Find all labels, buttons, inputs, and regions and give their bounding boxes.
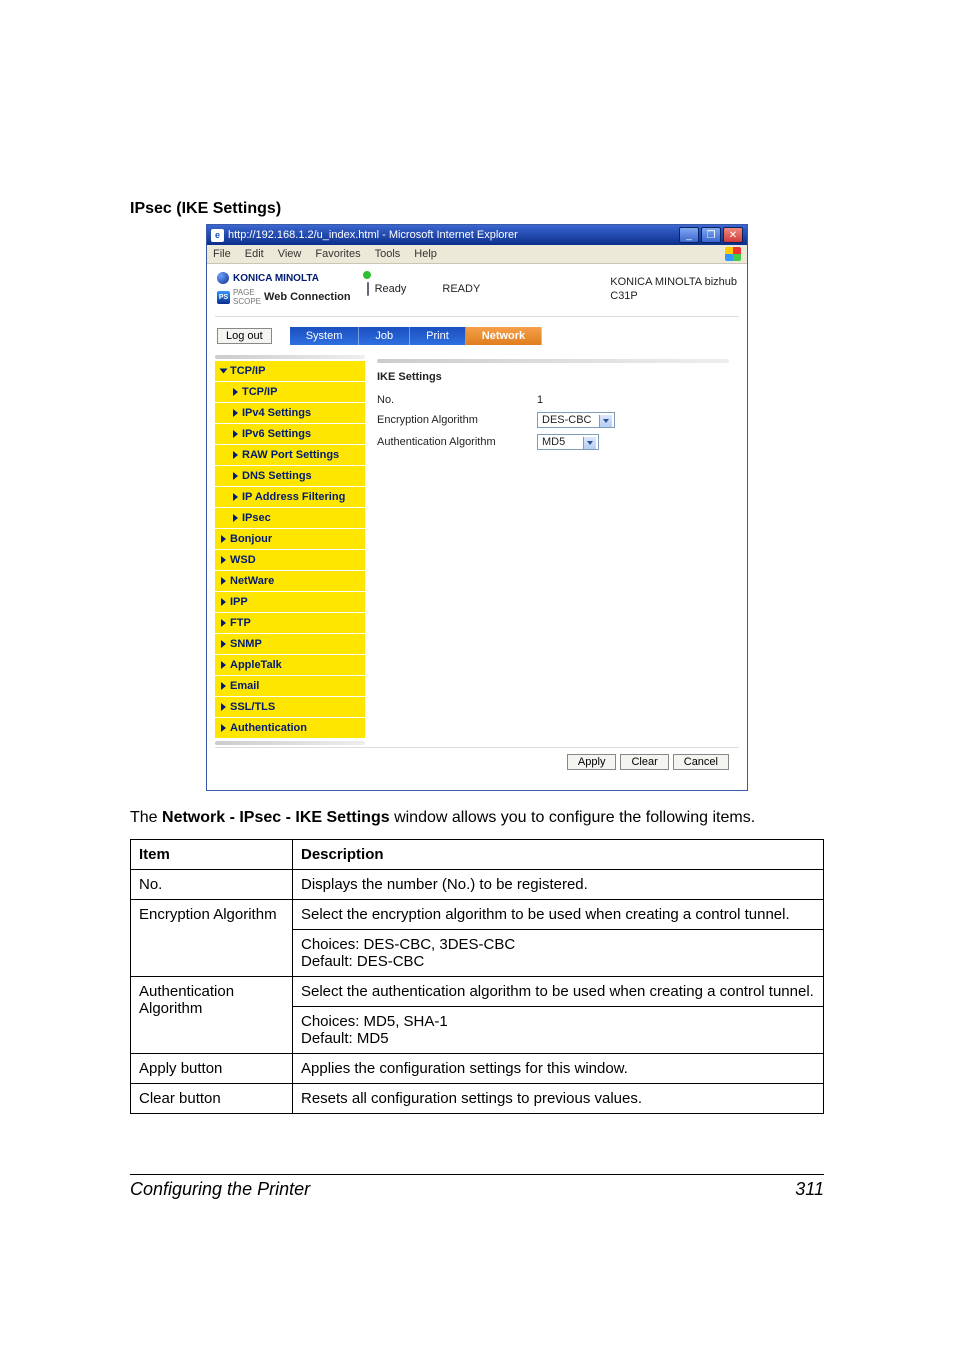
description-text: The Network - IPsec - IKE Settings windo… bbox=[130, 809, 824, 827]
nav-appletalk[interactable]: AppleTalk bbox=[215, 655, 365, 676]
row-auth-desc2: Choices: MD5, SHA-1 Default: MD5 bbox=[293, 1007, 824, 1054]
pagescope-icon: PS bbox=[217, 291, 230, 304]
nav-ipsec[interactable]: IPsec bbox=[215, 508, 365, 529]
nav-netware[interactable]: NetWare bbox=[215, 571, 365, 592]
clear-button[interactable]: Clear bbox=[620, 754, 668, 770]
row-auth-item: Authentication Algorithm bbox=[131, 977, 293, 1054]
menu-file[interactable]: File bbox=[213, 248, 231, 260]
nav-snmp[interactable]: SNMP bbox=[215, 634, 365, 655]
row-auth-desc1: Select the authentication algorithm to b… bbox=[293, 977, 824, 1007]
menu-view[interactable]: View bbox=[278, 248, 302, 260]
row-enc-desc2: Choices: DES-CBC, 3DES-CBC Default: DES-… bbox=[293, 930, 824, 977]
menu-help[interactable]: Help bbox=[414, 248, 437, 260]
logout-button[interactable]: Log out bbox=[217, 328, 272, 344]
row-no-item: No. bbox=[131, 870, 293, 900]
ie-window: e http://192.168.1.2/u_index.html - Micr… bbox=[206, 224, 748, 791]
menu-edit[interactable]: Edit bbox=[245, 248, 264, 260]
nav-ip-filtering[interactable]: IP Address Filtering bbox=[215, 487, 365, 508]
tab-job[interactable]: Job bbox=[359, 327, 410, 345]
tab-system[interactable]: System bbox=[290, 327, 360, 345]
th-item: Item bbox=[131, 840, 293, 870]
nav-email[interactable]: Email bbox=[215, 676, 365, 697]
nav-wsd[interactable]: WSD bbox=[215, 550, 365, 571]
auth-algo-select-value: MD5 bbox=[542, 436, 565, 448]
sidebar-separator bbox=[215, 355, 365, 359]
tab-network[interactable]: Network bbox=[466, 327, 542, 345]
minimize-button[interactable]: _ bbox=[679, 227, 699, 243]
chevron-down-icon bbox=[603, 419, 609, 423]
chevron-down-icon bbox=[587, 441, 593, 445]
nav-ipp[interactable]: IPP bbox=[215, 592, 365, 613]
sidebar-separator-bottom bbox=[215, 741, 365, 745]
row-clear-item: Clear button bbox=[131, 1084, 293, 1114]
panel-separator bbox=[377, 359, 729, 363]
table-row: No. Displays the number (No.) to be regi… bbox=[131, 870, 824, 900]
nav-raw-port[interactable]: RAW Port Settings bbox=[215, 445, 365, 466]
th-description: Description bbox=[293, 840, 824, 870]
page-footer-right: 311 bbox=[795, 1179, 824, 1200]
encryption-label: Encryption Algorithm bbox=[377, 414, 537, 426]
auth-algo-select[interactable]: MD5 bbox=[537, 434, 599, 450]
cancel-button[interactable]: Cancel bbox=[673, 754, 729, 770]
table-row: Authentication Algorithm Select the auth… bbox=[131, 977, 824, 1007]
status-ready-caps: READY bbox=[442, 283, 480, 295]
no-value: 1 bbox=[537, 394, 543, 406]
row-apply-item: Apply button bbox=[131, 1054, 293, 1084]
web-connection-label: PS PAGESCOPE Web Connection bbox=[217, 288, 351, 306]
brand-logo: KONICA MINOLTA bbox=[217, 272, 351, 284]
close-button[interactable]: ✕ bbox=[723, 227, 743, 243]
nav-ssltls[interactable]: SSL/TLS bbox=[215, 697, 365, 718]
spec-table: Item Description No. Displays the number… bbox=[130, 839, 824, 1114]
menu-tools[interactable]: Tools bbox=[375, 248, 401, 260]
ie-icon: e bbox=[211, 229, 224, 242]
top-tabs: System Job Print Network bbox=[290, 327, 542, 345]
auth-algo-label: Authentication Algorithm bbox=[377, 436, 537, 448]
brand-name: KONICA MINOLTA bbox=[233, 273, 319, 284]
sidebar-nav: TCP/IP TCP/IP IPv4 Settings IPv6 Setting… bbox=[215, 355, 365, 747]
window-titlebar: e http://192.168.1.2/u_index.html - Micr… bbox=[207, 225, 747, 245]
status-ready-label: Ready bbox=[375, 283, 407, 295]
maximize-button[interactable]: ❐ bbox=[701, 227, 721, 243]
row-apply-desc: Applies the configuration settings for t… bbox=[293, 1054, 824, 1084]
nav-tcpip-sub[interactable]: TCP/IP bbox=[215, 382, 365, 403]
device-model-line2: C31P bbox=[610, 289, 737, 303]
printer-icon bbox=[367, 282, 369, 296]
section-heading: IPsec (IKE Settings) bbox=[130, 200, 824, 218]
table-row: Encryption Algorithm Select the encrypti… bbox=[131, 900, 824, 930]
no-label: No. bbox=[377, 394, 537, 406]
settings-panel: IKE Settings No. 1 Encryption Algorithm … bbox=[365, 355, 739, 747]
nav-authentication[interactable]: Authentication bbox=[215, 718, 365, 739]
ie-menubar: File Edit View Favorites Tools Help bbox=[207, 245, 747, 264]
encryption-select[interactable]: DES-CBC bbox=[537, 412, 615, 428]
table-row: Apply button Applies the configuration s… bbox=[131, 1054, 824, 1084]
row-enc-desc1: Select the encryption algorithm to be us… bbox=[293, 900, 824, 930]
tab-print[interactable]: Print bbox=[410, 327, 466, 345]
nav-bonjour[interactable]: Bonjour bbox=[215, 529, 365, 550]
brand-globe-icon bbox=[217, 272, 229, 284]
row-no-desc: Displays the number (No.) to be register… bbox=[293, 870, 824, 900]
row-clear-desc: Resets all configuration settings to pre… bbox=[293, 1084, 824, 1114]
nav-dns[interactable]: DNS Settings bbox=[215, 466, 365, 487]
nav-ftp[interactable]: FTP bbox=[215, 613, 365, 634]
apply-button[interactable]: Apply bbox=[567, 754, 617, 770]
table-row: Clear button Resets all configuration se… bbox=[131, 1084, 824, 1114]
window-title: http://192.168.1.2/u_index.html - Micros… bbox=[228, 229, 518, 241]
nav-tcpip[interactable]: TCP/IP bbox=[215, 361, 365, 382]
status-indicator-icon bbox=[363, 271, 371, 279]
row-enc-item: Encryption Algorithm bbox=[131, 900, 293, 977]
panel-title: IKE Settings bbox=[377, 371, 729, 383]
nav-ipv6[interactable]: IPv6 Settings bbox=[215, 424, 365, 445]
page-footer-left: Configuring the Printer bbox=[130, 1179, 310, 1200]
windows-flag-icon bbox=[725, 247, 741, 261]
nav-ipv4[interactable]: IPv4 Settings bbox=[215, 403, 365, 424]
menu-favorites[interactable]: Favorites bbox=[315, 248, 360, 260]
encryption-select-value: DES-CBC bbox=[542, 414, 592, 426]
device-model-line1: KONICA MINOLTA bizhub bbox=[610, 275, 737, 289]
